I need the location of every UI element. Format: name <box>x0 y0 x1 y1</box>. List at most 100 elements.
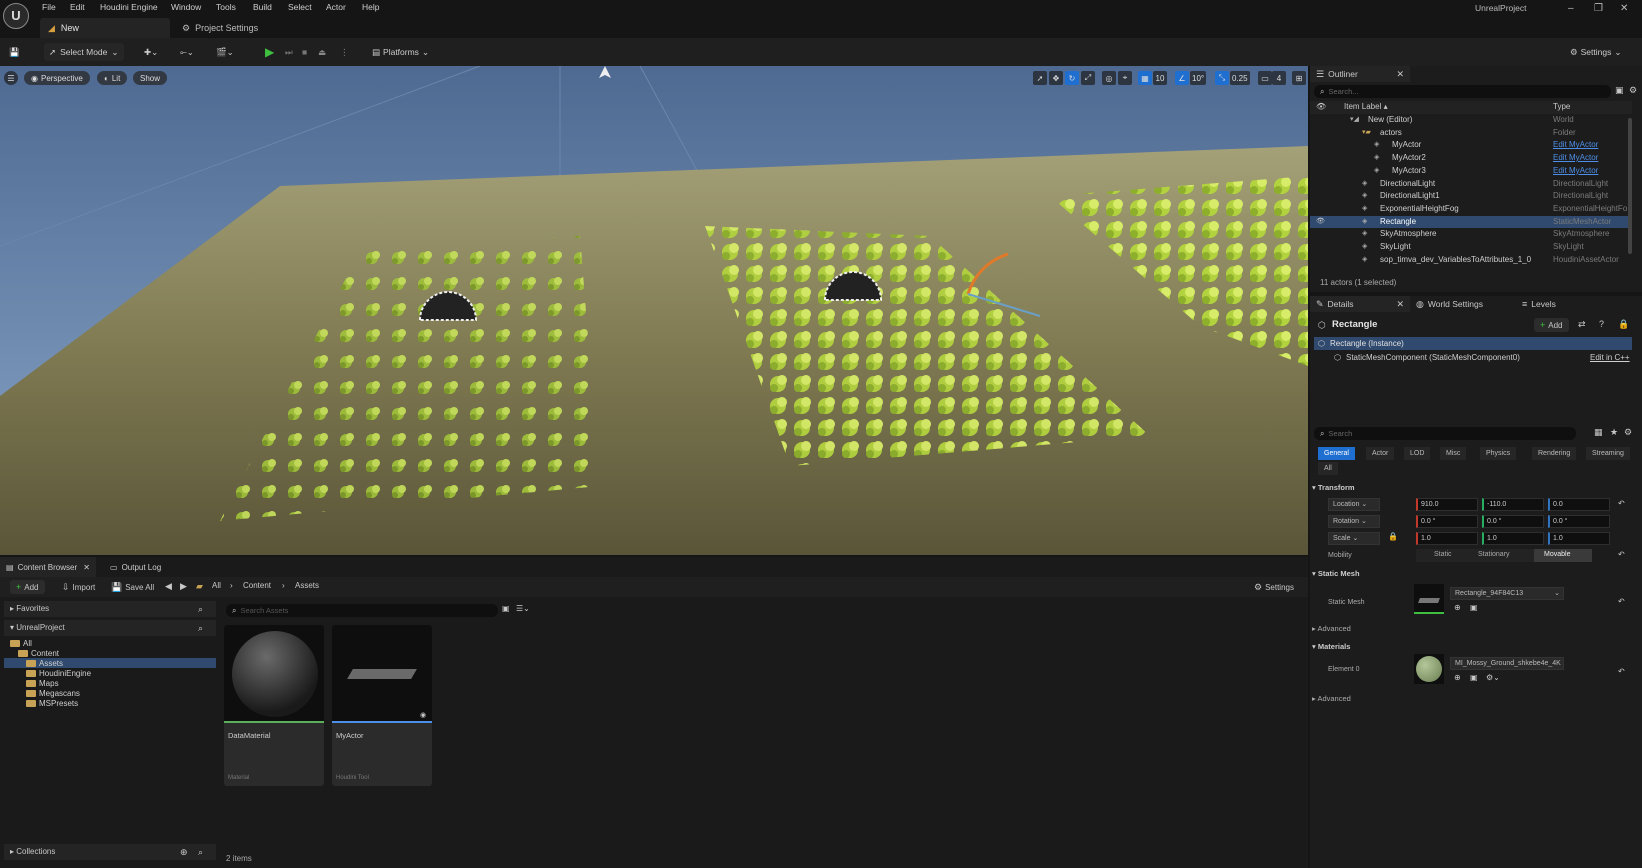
instance-row[interactable]: ⬡ Rectangle (Instance) <box>1314 337 1632 350</box>
collections-header[interactable]: ▸ Collections ⊕ ⌕ <box>4 844 216 860</box>
search-icon[interactable]: ⌕ <box>198 623 203 634</box>
location-z-field[interactable]: 0.0 <box>1548 498 1610 511</box>
reset-icon[interactable]: ↶ <box>1618 667 1625 676</box>
outliner-row[interactable]: ◈ DirectionalLight DirectionalLight <box>1310 178 1632 191</box>
add-folder-icon[interactable]: ▣ <box>1615 85 1624 96</box>
rotation-y-field[interactable]: 0.0 ° <box>1482 515 1544 528</box>
maximize-viewport-icon[interactable]: ⊞ <box>1292 71 1306 85</box>
star-icon[interactable]: ★ <box>1610 427 1618 438</box>
outliner-row[interactable]: ◈ MyActor2 Edit MyActor <box>1310 152 1632 165</box>
outliner-search-input[interactable]: ⌕ Search... <box>1314 85 1611 98</box>
edit-in-cpp-link[interactable]: Edit in C++ <box>1590 353 1630 362</box>
materials-section-header[interactable]: ▾ Materials <box>1312 642 1350 651</box>
scale-z-field[interactable]: 1.0 <box>1548 532 1610 545</box>
menu-select[interactable]: Select <box>288 2 312 12</box>
unreal-logo-icon[interactable]: U <box>3 3 29 29</box>
mobility-stationary[interactable]: Stationary <box>1478 551 1510 558</box>
levels-tab[interactable]: ≡ Levels <box>1522 296 1556 312</box>
rotation-mode-dropdown[interactable]: Rotation ⌄ <box>1328 515 1380 528</box>
save-icon[interactable]: 💾 <box>9 43 20 61</box>
world-space-icon[interactable]: ◎ <box>1102 71 1116 85</box>
scale-mode-dropdown[interactable]: Scale ⌄ <box>1328 532 1380 545</box>
lock-icon[interactable]: 🔒 <box>1618 319 1629 330</box>
outliner-row[interactable]: ◈ MyActor3 Edit MyActor <box>1310 165 1632 178</box>
location-y-field[interactable]: -110.0 <box>1482 498 1544 511</box>
outliner-row[interactable]: 👁 ◈ Rectangle StaticMeshActor <box>1310 215 1632 229</box>
maximize-icon[interactable]: ❐ <box>1594 3 1603 14</box>
add-collection-icon[interactable]: ⊕ <box>180 847 188 858</box>
visibility-icon[interactable]: 👁 <box>1316 102 1326 111</box>
breadcrumb-assets[interactable]: Assets <box>295 581 319 590</box>
scale-x-field[interactable]: 1.0 <box>1416 532 1478 545</box>
forward-icon[interactable]: ▶ <box>180 581 187 592</box>
menu-actor[interactable]: Actor <box>326 2 346 12</box>
content-settings-button[interactable]: ⚙ Settings <box>1254 580 1294 594</box>
category-rendering[interactable]: Rendering <box>1532 447 1577 460</box>
close-tab-icon[interactable]: ✕ <box>1396 299 1404 310</box>
material-options-icon[interactable]: ⚙⌄ <box>1486 673 1500 682</box>
save-search-icon[interactable]: ▣ <box>502 604 510 613</box>
level-tab[interactable]: ◢ New <box>40 18 170 38</box>
camera-speed-icon[interactable]: ▭ <box>1258 71 1272 85</box>
add-actor-icon[interactable]: ✚⌄ <box>144 43 158 61</box>
outliner-scrollbar[interactable] <box>1628 118 1632 254</box>
menu-houdini-engine[interactable]: Houdini Engine <box>100 2 158 12</box>
import-button[interactable]: ⇩ Import <box>62 580 95 594</box>
search-icon[interactable]: ⌕ <box>198 604 203 615</box>
add-component-button[interactable]: + Add <box>1534 318 1569 332</box>
col-type[interactable]: Type <box>1553 102 1570 111</box>
asset-tile-myactor[interactable]: ◉ MyActor Houdini Tool <box>332 625 432 786</box>
grid-view-icon[interactable]: ▦ <box>1594 427 1603 438</box>
visibility-icon[interactable]: 👁 <box>1316 217 1325 225</box>
scale-snap-value[interactable]: 0.25 <box>1230 71 1250 85</box>
platforms-dropdown[interactable]: ▤ Platforms ⌄ <box>372 43 429 61</box>
category-physics[interactable]: Physics <box>1480 447 1517 460</box>
category-lod[interactable]: LOD <box>1404 447 1431 460</box>
folder-icon[interactable]: ▣ <box>1470 603 1478 612</box>
close-tab-icon[interactable]: ✕ <box>83 563 90 572</box>
menu-window[interactable]: Window <box>171 2 201 12</box>
surface-snap-icon[interactable]: ⌖ <box>1118 71 1132 85</box>
asset-tile-datamaterial[interactable]: DataMaterial Material <box>224 625 324 786</box>
folder-tree-item[interactable]: Content <box>4 648 216 658</box>
perspective-button[interactable]: ◉ Perspective <box>24 71 90 85</box>
add-button[interactable]: + Add <box>10 580 45 594</box>
breadcrumb-content[interactable]: Content <box>243 581 271 590</box>
folder-tree-item[interactable]: Assets <box>4 658 216 668</box>
menu-tools[interactable]: Tools <box>216 2 236 12</box>
angle-snap-icon[interactable]: ∠ <box>1175 71 1189 85</box>
outliner-row[interactable]: ◈ sop_timva_dev_VariablesToAttributes_1_0… <box>1310 254 1632 267</box>
favorites-header[interactable]: ▸ Favorites ⌕ <box>4 601 216 617</box>
translate-tool-icon[interactable]: ✥ <box>1049 71 1063 85</box>
more-options-icon[interactable]: ⋮ <box>340 43 349 61</box>
reset-icon[interactable]: ↶ <box>1618 550 1625 559</box>
gear-icon[interactable]: ⚙ <box>1629 85 1637 96</box>
reset-icon[interactable]: ↶ <box>1618 499 1625 508</box>
grid-snap-value[interactable]: 10 <box>1153 71 1167 85</box>
scale-tool-icon[interactable]: ⤢ <box>1081 71 1095 85</box>
rotate-tool-icon[interactable]: ↻ <box>1065 71 1079 85</box>
rotation-z-field[interactable]: 0.0 ° <box>1548 515 1610 528</box>
level-viewport[interactable]: ☰ ◉ Perspective ◐ Lit Show ➚ ✥ ↻ ⤢ ◎ ⌖ ▦… <box>0 66 1308 555</box>
viewport-scene[interactable] <box>0 66 1308 555</box>
static-mesh-dropdown[interactable]: Rectangle_94F84C13 ⌄ <box>1450 587 1564 600</box>
outliner-row[interactable]: ▾▰ actors Folder <box>1310 127 1632 140</box>
browse-asset-icon[interactable]: ⊕ <box>1454 673 1461 682</box>
component-row[interactable]: ⬡ StaticMeshComponent (StaticMeshCompone… <box>1314 351 1632 364</box>
scale-y-field[interactable]: 1.0 <box>1482 532 1544 545</box>
mobility-static[interactable]: Static <box>1434 551 1452 558</box>
menu-build[interactable]: Build <box>253 2 272 12</box>
advanced-expander-1[interactable]: ▸ Advanced <box>1312 624 1351 633</box>
edit-actor-link[interactable]: Edit MyActor <box>1553 153 1598 162</box>
step-icon[interactable]: ⏭ <box>285 43 293 61</box>
category-misc[interactable]: Misc <box>1440 447 1467 460</box>
details-tab[interactable]: ✎ Details ✕ <box>1310 296 1410 312</box>
browse-asset-icon[interactable]: ⊕ <box>1454 603 1461 612</box>
back-icon[interactable]: ◀ <box>165 581 172 592</box>
stop-icon[interactable]: ■ <box>302 43 307 61</box>
mobility-movable[interactable]: Movable <box>1544 551 1570 558</box>
rotation-x-field[interactable]: 0.0 ° <box>1416 515 1478 528</box>
content-browser-tab[interactable]: ▤ Content Browser ✕ <box>0 557 96 577</box>
menu-help[interactable]: Help <box>362 2 379 12</box>
blueprint-convert-icon[interactable]: ⇄ <box>1578 319 1586 330</box>
